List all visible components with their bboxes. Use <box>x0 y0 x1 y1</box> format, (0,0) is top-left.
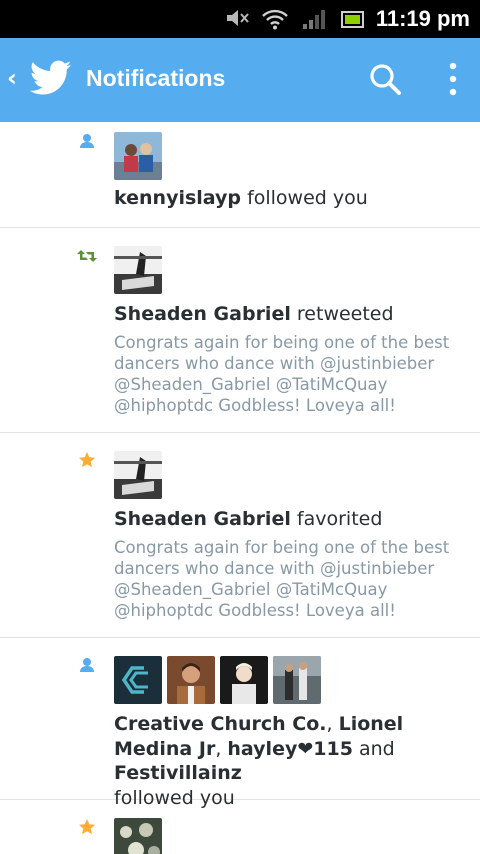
avatar[interactable] <box>167 656 215 704</box>
notification-item[interactable]: kennyislayp followed you <box>0 122 480 228</box>
notification-action: followed you <box>247 187 368 209</box>
notification-action: favorited <box>296 508 383 530</box>
notification-text: Sheaden Gabriel retweeted <box>114 302 468 326</box>
avatar[interactable] <box>114 818 162 854</box>
notification-item[interactable]: Sheaden Gabriel favorited Congrats again… <box>0 433 480 638</box>
wifi-icon <box>262 8 288 34</box>
tweet-text[interactable]: Congrats again for being one of the best… <box>114 537 462 621</box>
favorite-star-icon <box>78 818 96 840</box>
conjunction: and <box>358 737 395 760</box>
search-icon[interactable] <box>368 62 402 100</box>
notification-text: kennyislayp followed you <box>114 186 468 210</box>
action-bar: ‹ Notifications <box>0 38 480 122</box>
follow-person-icon <box>78 656 96 678</box>
actor-name[interactable]: Sheaden Gabriel <box>114 303 291 325</box>
notification-item[interactable]: Creative Church Co., Lionel Medina Jr, h… <box>0 638 480 809</box>
actor-name[interactable]: kennyislayp <box>114 187 241 209</box>
tweet-text[interactable]: Congrats again for being one of the best… <box>114 332 462 416</box>
back-icon[interactable]: ‹ <box>7 64 17 92</box>
avatar[interactable] <box>114 246 162 294</box>
notification-item[interactable]: Sheaden Gabriel retweeted Congrats again… <box>0 228 480 433</box>
avatar[interactable] <box>273 656 321 704</box>
mute-icon <box>226 8 250 32</box>
status-bar: 11:19 pm <box>0 0 480 38</box>
avatar[interactable] <box>220 656 268 704</box>
avatar[interactable] <box>114 451 162 499</box>
actor-name[interactable]: Festivillainz <box>114 762 242 784</box>
overflow-menu-icon[interactable] <box>446 60 460 104</box>
separator: , <box>326 713 333 735</box>
clock: 11:19 pm <box>375 6 470 31</box>
follow-person-icon <box>78 132 96 154</box>
notification-action: retweeted <box>296 303 394 325</box>
actor-name[interactable]: Sheaden Gabriel <box>114 508 291 530</box>
avatar-row <box>114 132 162 180</box>
actor-name[interactable]: Creative Church Co. <box>114 713 327 735</box>
signal-icon <box>302 8 326 34</box>
notifications-list-continued: Sheaden Gabriel retweeted Congrats again… <box>0 228 480 854</box>
notification-text: Creative Church Co., Lionel Medina Jr, h… <box>114 712 468 810</box>
actor-name[interactable]: hayley❤115 <box>227 738 353 760</box>
favorite-star-icon <box>78 451 96 473</box>
page-title: Notifications <box>86 65 226 91</box>
retweet-icon <box>77 248 97 268</box>
avatar[interactable] <box>114 656 162 704</box>
avatar-row <box>114 656 321 704</box>
separator: , <box>215 737 222 760</box>
notification-text: Sheaden Gabriel favorited <box>114 507 468 531</box>
battery-icon <box>341 9 365 33</box>
avatar[interactable] <box>114 132 162 180</box>
notification-item[interactable] <box>0 800 480 854</box>
twitter-bird-icon[interactable] <box>29 60 72 100</box>
